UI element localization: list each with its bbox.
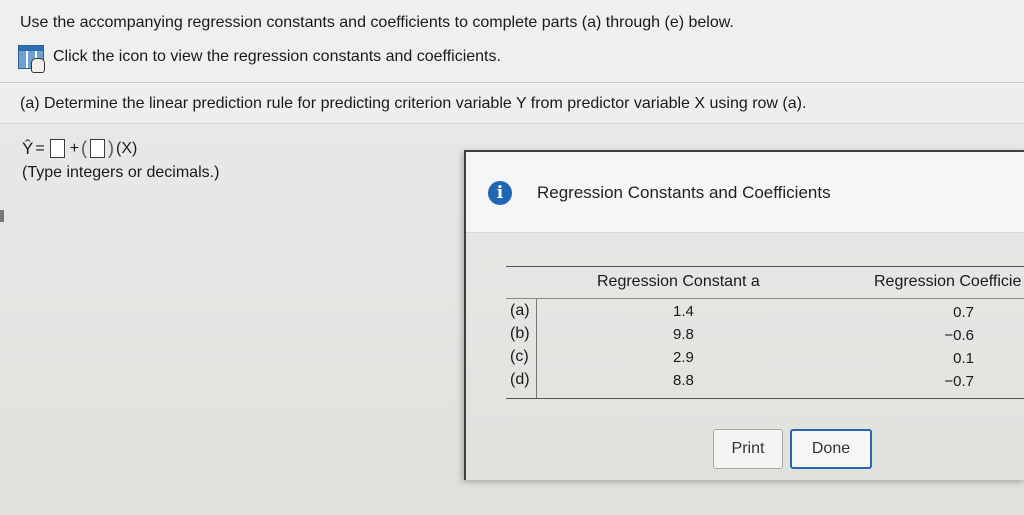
table-row-label: (c) [510, 348, 529, 365]
instructions-text: Use the accompanying regression constant… [20, 14, 734, 31]
done-button[interactable]: Done [790, 429, 872, 469]
table-cell-constant: 2.9 [673, 349, 694, 366]
table-row-label: (d) [510, 371, 530, 388]
table-rule-mid [506, 298, 1024, 299]
equals-sign: = [35, 139, 45, 157]
table-cell-coefficient: −0.6 [944, 327, 974, 344]
table-row-label: (a) [510, 302, 530, 319]
type-hint: (Type integers or decimals.) [22, 164, 220, 181]
info-icon: i [488, 181, 512, 205]
plus-sign: + [69, 139, 80, 157]
dialog-body: Regression Constant a Regression Coeffic… [466, 233, 1024, 480]
table-rule-bottom [506, 398, 1024, 399]
part-a-prompt: (a) Determine the linear prediction rule… [0, 83, 1024, 124]
table-rule-top [506, 266, 1024, 267]
coefficient-input[interactable] [90, 139, 106, 158]
coefficients-dialog: i Regression Constants and Coefficients … [464, 150, 1024, 480]
table-cell-coefficient: 0.7 [953, 304, 974, 321]
table-cell-coefficient: 0.1 [953, 350, 974, 367]
header-coefficient: Regression Coefficie [874, 273, 1022, 290]
dialog-title: Regression Constants and Coefficients [537, 183, 831, 202]
x-term: (X) [116, 139, 138, 157]
table-cell-constant: 8.8 [673, 372, 694, 389]
table-data-icon[interactable] [18, 45, 45, 73]
table-cell-constant: 9.8 [673, 326, 694, 343]
question-header: Use the accompanying regression constant… [0, 0, 1024, 83]
constant-input[interactable] [49, 139, 65, 158]
print-button[interactable]: Print [713, 429, 783, 469]
help-link-text[interactable]: Click the icon to view the regression co… [53, 48, 501, 66]
page: Use the accompanying regression constant… [0, 0, 1024, 515]
open-paren: ( [81, 138, 88, 158]
dialog-header: i Regression Constants and Coefficients [466, 152, 1024, 233]
row-label-divider [536, 299, 537, 398]
y-hat-symbol: Ŷ [22, 138, 34, 158]
prediction-equation: Ŷ = + ( ) (X) [22, 138, 139, 159]
help-row[interactable]: Click the icon to view the regression co… [18, 44, 501, 73]
left-edge-mark [0, 210, 4, 222]
table-row-label: (b) [510, 325, 530, 342]
table-cell-coefficient: −0.7 [944, 373, 974, 390]
part-a-prompt-text: (a) Determine the linear prediction rule… [20, 95, 807, 112]
close-paren: ) [108, 138, 115, 158]
table-cell-constant: 1.4 [673, 303, 694, 320]
header-constant: Regression Constant a [597, 273, 760, 290]
